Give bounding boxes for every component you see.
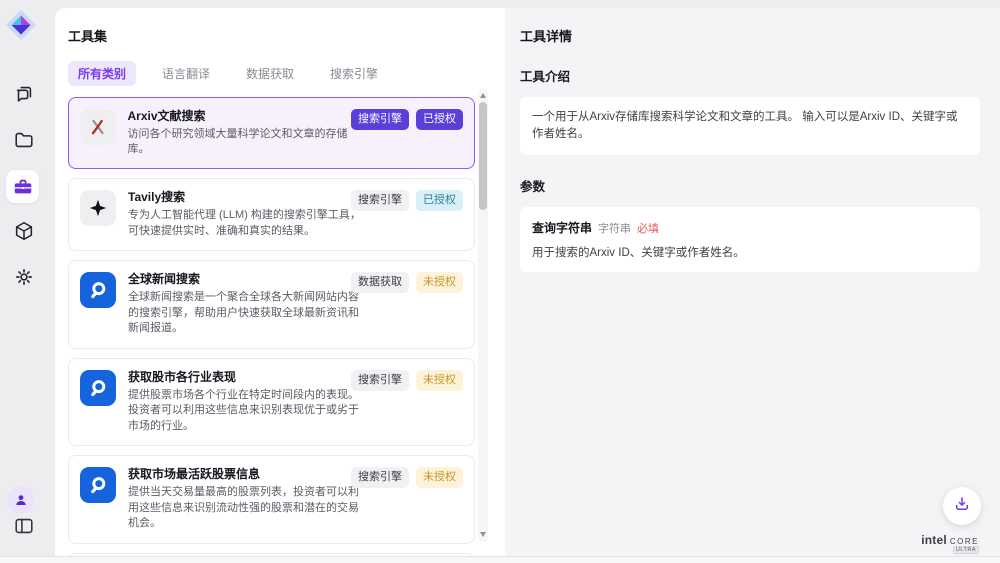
status-badge: 已授权 <box>416 109 463 130</box>
tool-desc: 专为人工智能代理 (LLM) 构建的搜索引擎工具，可快速提供实时、准确和真实的结… <box>128 208 367 239</box>
scroll-up-arrow-icon[interactable] <box>480 93 486 98</box>
category-badge: 搜索引擎 <box>351 109 409 130</box>
tool-detail-pane: 工具详情 工具介绍 一个用于从Arxiv存储库搜索科学论文和文章的工具。 输入可… <box>505 8 1000 556</box>
category-badge: 搜索引擎 <box>351 190 409 211</box>
intro-text: 一个用于从Arxiv存储库搜索科学论文和文章的工具。 输入可以是Arxiv ID… <box>532 109 968 143</box>
status-badge: 未授权 <box>416 370 463 391</box>
brand-core-text: core <box>950 533 979 547</box>
params-heading: 参数 <box>520 176 980 195</box>
tool-title: 获取股市各行业表现 <box>128 370 367 385</box>
tool-title: Arxiv文献搜索 <box>128 109 368 124</box>
search-q-icon <box>80 370 116 406</box>
tab-language-translate[interactable]: 语言翻译 <box>152 61 220 86</box>
tab-search-engine[interactable]: 搜索引擎 <box>320 61 388 86</box>
download-button[interactable] <box>943 487 981 525</box>
tool-card-arxiv[interactable]: Arxiv文献搜索 访问各个研究领域大量科学论文和文章的存储库。 搜索引擎 已授… <box>68 97 475 169</box>
user-icon[interactable] <box>7 486 35 514</box>
tool-card-tavily[interactable]: Tavily搜索 专为人工智能代理 (LLM) 构建的搜索引擎工具，可快速提供实… <box>68 178 475 251</box>
tool-list: Arxiv文献搜索 访问各个研究领域大量科学论文和文章的存储库。 搜索引擎 已授… <box>68 97 505 556</box>
param-desc: 用于搜索的Arxiv ID、关键字或作者姓名。 <box>532 244 968 260</box>
tool-desc: 访问各个研究领域大量科学论文和文章的存储库。 <box>128 127 368 158</box>
tool-card-most-active-stocks[interactable]: 获取市场最活跃股票信息 提供当天交易量最高的股票列表，投资者可以利用这些信息来识… <box>68 455 475 544</box>
intro-heading: 工具介绍 <box>520 66 980 85</box>
main-window: 工具集 所有类别 语言翻译 数据获取 搜索引擎 Arxiv文献搜索 访问各个研究… <box>55 8 1000 556</box>
intel-core-logo: intel core ULTRA <box>921 533 979 547</box>
tool-title: 获取市场最活跃股票信息 <box>128 467 367 482</box>
download-icon <box>953 495 971 518</box>
gear-icon[interactable] <box>9 262 39 292</box>
toolset-pane: 工具集 所有类别 语言翻译 数据获取 搜索引擎 Arxiv文献搜索 访问各个研究… <box>55 8 505 556</box>
status-badge: 未授权 <box>416 272 463 293</box>
tavily-sparkle-icon <box>80 190 116 226</box>
scrollbar-thumb[interactable] <box>479 102 487 210</box>
tool-title: 全球新闻搜索 <box>128 272 367 287</box>
status-badge: 未授权 <box>416 467 463 488</box>
scroll-down-arrow-icon[interactable] <box>480 532 486 537</box>
list-scrollbar[interactable] <box>478 88 488 542</box>
tab-data-fetch[interactable]: 数据获取 <box>236 61 304 86</box>
tool-card-global-news[interactable]: 全球新闻搜索 全球新闻搜索是一个聚合全球各大新闻网站内容的搜索引擎，帮助用户快速… <box>68 260 475 349</box>
param-name: 查询字符串 <box>532 219 592 236</box>
tool-card-sector-performance[interactable]: 获取股市各行业表现 提供股票市场各个行业在特定时间段内的表现。投资者可以利用这些… <box>68 358 475 447</box>
arxiv-logo-icon <box>80 109 116 145</box>
tool-desc: 提供当天交易量最高的股票列表，投资者可以利用这些信息来识别流动性强的股票和潜在的… <box>128 485 367 532</box>
tool-desc: 全球新闻搜索是一个聚合全球各大新闻网站内容的搜索引擎，帮助用户快速获取全球最新资… <box>128 290 367 337</box>
search-q-icon <box>80 467 116 503</box>
intro-card: 一个用于从Arxiv存储库搜索科学论文和文章的工具。 输入可以是Arxiv ID… <box>520 97 980 155</box>
folder-icon[interactable] <box>9 125 39 155</box>
param-type: 字符串 <box>598 220 631 236</box>
category-badge: 数据获取 <box>351 272 409 293</box>
brand-intel-text: intel <box>921 533 947 547</box>
chat-icon[interactable] <box>9 79 39 109</box>
brand-ultra-badge: ULTRA <box>953 546 979 554</box>
category-tabs: 所有类别 语言翻译 数据获取 搜索引擎 <box>68 61 505 86</box>
app-logo-diamond <box>4 8 38 42</box>
briefcase-icon[interactable] <box>6 170 39 203</box>
tool-title: Tavily搜索 <box>128 190 367 205</box>
detail-title: 工具详情 <box>520 26 980 45</box>
left-rail <box>0 0 55 556</box>
page-title: 工具集 <box>68 26 505 45</box>
cube-icon[interactable] <box>9 216 39 246</box>
tab-all-categories[interactable]: 所有类别 <box>68 61 136 86</box>
window-bottom-edge <box>0 556 1000 563</box>
param-card: 查询字符串 字符串 必填 用于搜索的Arxiv ID、关键字或作者姓名。 <box>520 207 980 272</box>
category-badge: 搜索引擎 <box>351 467 409 488</box>
param-required-flag: 必填 <box>637 220 659 236</box>
panel-toggle-icon[interactable] <box>9 511 39 541</box>
search-q-icon <box>80 272 116 308</box>
status-badge: 已授权 <box>416 190 463 211</box>
category-badge: 搜索引擎 <box>351 370 409 391</box>
tool-desc: 提供股票市场各个行业在特定时间段内的表现。投资者可以利用这些信息来识别表现优于或… <box>128 388 367 435</box>
